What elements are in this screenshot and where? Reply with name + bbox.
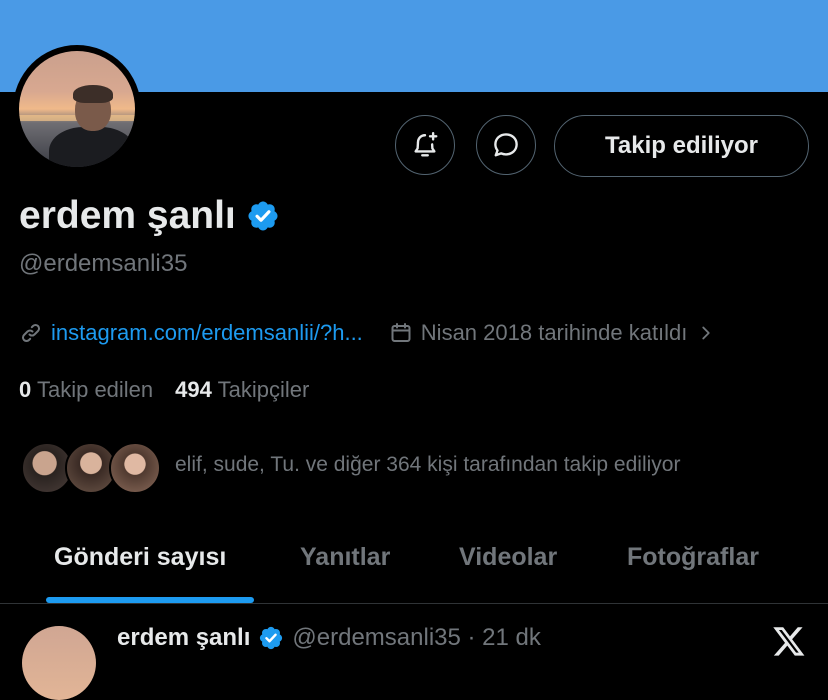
post-avatar[interactable] bbox=[22, 626, 96, 700]
followers-count: 494 bbox=[175, 377, 212, 402]
post-handle-time: @erdemsanli35 · 21 dk bbox=[292, 624, 541, 651]
profile-name: erdem şanlı bbox=[19, 194, 236, 237]
mutual-followers-avatars[interactable] bbox=[21, 442, 161, 498]
chevron-right-icon bbox=[702, 326, 711, 340]
calendar-icon bbox=[391, 323, 411, 342]
post-author-name[interactable]: erdem şanlı bbox=[117, 624, 250, 652]
post-header: erdem şanlı @erdemsanli35 · 21 dk bbox=[117, 624, 541, 652]
following-stat[interactable]: 0 Takip edilen bbox=[19, 377, 153, 403]
tab-videos[interactable]: Videolar bbox=[459, 543, 557, 572]
followers-stat[interactable]: 494 Takipçiler bbox=[175, 377, 309, 403]
profile-meta: instagram.com/erdemsanlii/?h... Nisan 20… bbox=[19, 317, 717, 349]
profile-handle: @erdemsanli35 bbox=[19, 250, 188, 277]
link-icon bbox=[21, 323, 41, 343]
joined-date[interactable]: Nisan 2018 tarihinde katıldı bbox=[389, 320, 718, 346]
message-button[interactable] bbox=[476, 115, 536, 175]
following-label: Takip edilen bbox=[36, 377, 154, 402]
avatar-body bbox=[49, 127, 135, 167]
joined-text: Nisan 2018 tarihinde katıldı bbox=[420, 320, 688, 345]
profile-link[interactable]: instagram.com/erdemsanlii/?h... bbox=[51, 320, 363, 346]
tab-photos[interactable]: Fotoğraflar bbox=[627, 543, 759, 572]
following-button[interactable]: Takip ediliyor bbox=[554, 115, 809, 177]
mutual-followers-text[interactable]: elif, sude, Tu. ve diğer 364 kişi tarafı… bbox=[175, 453, 680, 477]
profile-avatar[interactable] bbox=[19, 51, 135, 167]
tabs-divider bbox=[0, 603, 828, 604]
follow-stats: 0 Takip edilen 494 Takipçiler bbox=[19, 377, 309, 403]
avatar-hair bbox=[73, 85, 113, 103]
profile-tabs: Gönderi sayısı Yanıtlar Videolar Fotoğra… bbox=[0, 533, 828, 603]
chat-bubble-icon bbox=[494, 133, 518, 157]
x-logo-icon[interactable] bbox=[772, 624, 806, 658]
profile-name-row: erdem şanlı bbox=[19, 194, 280, 238]
verified-badge-icon[interactable] bbox=[246, 199, 280, 233]
followers-label: Takipçiler bbox=[217, 377, 310, 402]
notify-button[interactable] bbox=[395, 115, 455, 175]
tab-replies[interactable]: Yanıtlar bbox=[300, 543, 390, 572]
post-verified-badge-icon bbox=[260, 626, 283, 650]
mutual-avatar bbox=[109, 442, 161, 494]
tab-posts[interactable]: Gönderi sayısı bbox=[54, 543, 226, 572]
following-count: 0 bbox=[19, 377, 32, 402]
bell-plus-icon bbox=[414, 131, 438, 157]
